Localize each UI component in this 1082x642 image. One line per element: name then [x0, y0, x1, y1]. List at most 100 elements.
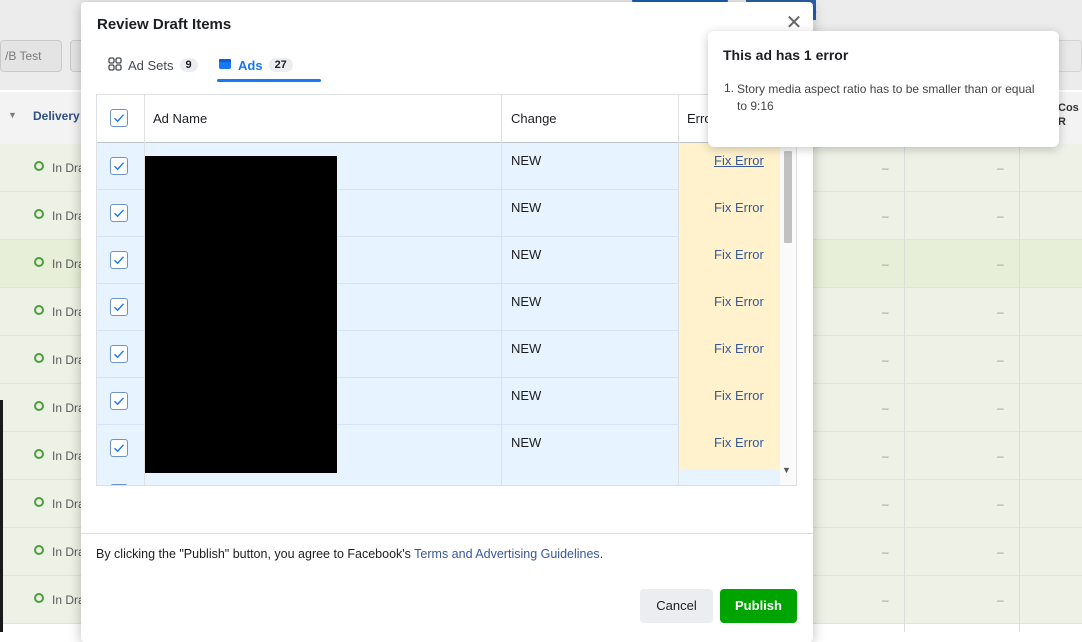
cell-dash: – [997, 593, 1004, 607]
column-header-ad-name[interactable]: Ad Name [153, 111, 207, 126]
change-cell: NEW [511, 341, 542, 356]
row-checkbox[interactable] [110, 345, 128, 363]
error-cell: Fix Error [679, 378, 781, 425]
column-header-change[interactable]: Change [511, 111, 557, 126]
cell-dash: – [997, 545, 1004, 559]
cell-dash: – [882, 593, 889, 607]
status-indicator: In Dra [34, 401, 85, 415]
cell-dash: – [882, 353, 889, 367]
status-indicator: In Dra [34, 305, 85, 319]
status-indicator: In Dra [34, 449, 85, 463]
ads-icon [218, 57, 232, 74]
checkmark-icon [114, 397, 125, 406]
terms-link[interactable]: Terms and Advertising Guidelines [414, 547, 600, 561]
status-indicator: In Dra [34, 209, 85, 223]
error-cell: Fix Error [679, 425, 781, 472]
scrollbar-thumb[interactable] [784, 151, 792, 243]
checkmark-icon [114, 162, 125, 171]
checkmark-icon [114, 209, 125, 218]
error-message: Story media aspect ratio has to be small… [737, 82, 1035, 113]
error-tooltip: This ad has 1 error 1. Story media aspec… [708, 31, 1059, 147]
status-dot-icon [34, 209, 44, 219]
checkmark-icon [114, 114, 125, 123]
checkmark-icon [114, 256, 125, 265]
fix-error-link[interactable]: Fix Error [714, 200, 764, 215]
cell-dash: – [882, 161, 889, 175]
column-divider [678, 95, 679, 485]
cell-dash: – [997, 401, 1004, 415]
change-cell: NEW [511, 294, 542, 309]
status-indicator: In Dra [34, 257, 85, 271]
status-dot-icon [34, 305, 44, 315]
status-dot-icon [34, 161, 44, 171]
window-edge [0, 400, 3, 632]
ad-sets-icon [108, 56, 122, 74]
column-header-cost-label: Cos R [1058, 102, 1079, 128]
error-cell: Fix Error [679, 284, 781, 331]
row-checkbox[interactable] [110, 392, 128, 410]
cell-dash: – [882, 545, 889, 559]
status-dot-icon [34, 353, 44, 363]
dialog-title: Review Draft Items [97, 16, 232, 33]
ab-test-button[interactable]: /B Test [0, 40, 62, 72]
checkmark-icon [114, 350, 125, 359]
cell-dash: – [997, 449, 1004, 463]
terms-text: By clicking the "Publish" button, you ag… [96, 547, 415, 561]
cell-dash: – [997, 257, 1004, 271]
status-indicator: In Dra [34, 353, 85, 367]
tab-ad-sets-label: Ad Sets [128, 57, 174, 73]
fix-error-link[interactable]: Fix Error [714, 247, 764, 262]
row-checkbox[interactable] [110, 439, 128, 457]
fix-error-link[interactable]: Fix Error [714, 341, 764, 356]
cell-dash: – [997, 161, 1004, 175]
sort-caret-icon[interactable]: ▼ [8, 110, 17, 120]
error-list-number: 1. [724, 81, 735, 95]
status-indicator: In Dra [34, 161, 85, 175]
change-cell: NEW [511, 200, 542, 215]
row-checkbox[interactable] [110, 484, 128, 485]
checkmark-icon [114, 444, 125, 453]
change-cell: NEW [511, 435, 542, 450]
fix-error-link[interactable]: Fix Error [714, 153, 764, 168]
status-dot-icon [34, 497, 44, 507]
scroll-down-arrow-icon[interactable]: ▼ [782, 465, 791, 475]
tab-ads-count: 27 [268, 58, 293, 72]
select-all-checkbox[interactable] [110, 109, 128, 127]
row-checkbox[interactable] [110, 251, 128, 269]
tooltip-title: This ad has 1 error [723, 47, 849, 63]
column-divider [1019, 92, 1020, 632]
publish-button[interactable]: Publish [720, 589, 797, 623]
review-draft-items-dialog: Review Draft Items ✕ Ad Sets 9 Ads 27 Ad… [81, 2, 813, 642]
status-dot-icon [34, 449, 44, 459]
column-header-cost[interactable]: Cos R [1058, 101, 1079, 129]
fix-error-link[interactable]: Fix Error [714, 388, 764, 403]
row-checkbox[interactable] [110, 298, 128, 316]
terms-period: . [599, 547, 604, 561]
column-header-delivery[interactable]: Delivery [33, 109, 80, 123]
cell-dash: – [882, 497, 889, 511]
row-checkbox[interactable] [110, 204, 128, 222]
error-cell: Fix Error [679, 331, 781, 378]
cell-dash: – [997, 209, 1004, 223]
cell-dash: – [997, 353, 1004, 367]
row-checkbox[interactable] [110, 157, 128, 175]
status-dot-icon [34, 257, 44, 267]
column-divider [501, 95, 502, 485]
cell-dash: – [882, 401, 889, 415]
column-divider [904, 92, 905, 632]
active-tab-indicator [217, 79, 321, 82]
tab-ad-sets[interactable]: Ad Sets 9 [108, 48, 198, 82]
table-header: Ad Name Change Erro [97, 95, 796, 144]
error-cell: Fix Error [679, 237, 781, 284]
fix-error-link[interactable]: Fix Error [714, 294, 764, 309]
fix-error-link[interactable]: Fix Error [714, 435, 764, 450]
change-cell: NEW [511, 388, 542, 403]
cell-dash: – [882, 449, 889, 463]
cancel-button[interactable]: Cancel [640, 589, 713, 623]
tab-ads[interactable]: Ads 27 [218, 48, 293, 82]
error-cell: Fix Error [679, 143, 781, 190]
checkmark-icon [114, 303, 125, 312]
footer-divider [81, 533, 813, 534]
cell-dash: – [997, 497, 1004, 511]
terms-notice: By clicking the "Publish" button, you ag… [96, 547, 603, 561]
